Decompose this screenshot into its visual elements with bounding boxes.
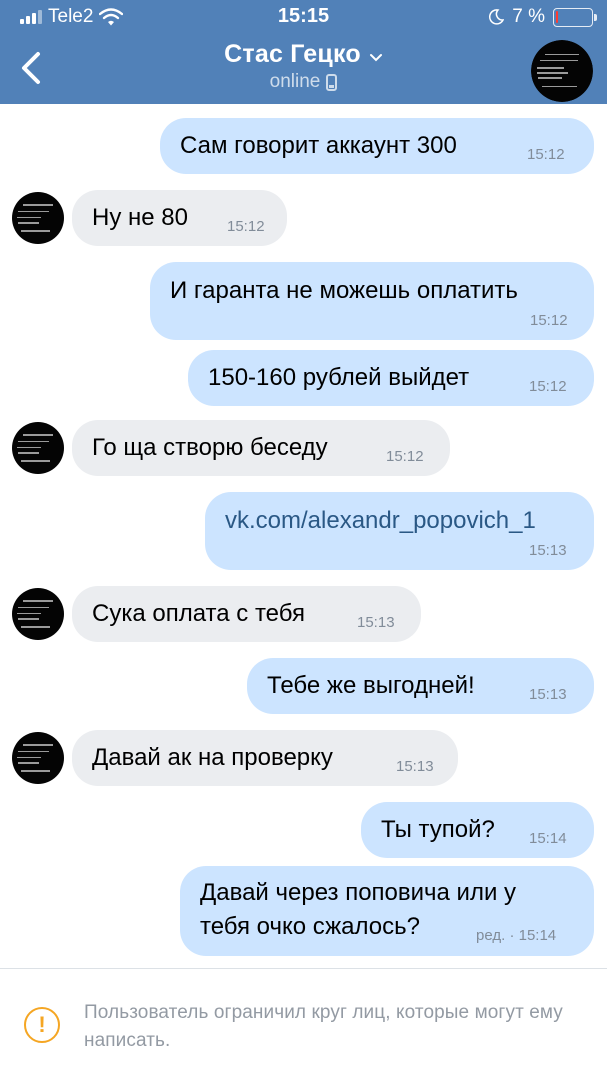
battery-level (556, 10, 558, 23)
avatar-image (12, 192, 64, 244)
status-right: 7 % (488, 6, 597, 28)
avatar[interactable] (12, 732, 64, 784)
avatar-image (12, 588, 64, 640)
message-incoming[interactable]: Сука оплата с тебя 15:13 (72, 586, 421, 642)
message-time: 15:13 (529, 686, 567, 703)
message-text: Ну не 80 (92, 204, 188, 231)
contact-name[interactable]: Стас Гецко (224, 40, 361, 68)
message-text: И гаранта не можешь оплатить (170, 277, 518, 304)
message-text: Тебе же выгодней! (267, 672, 475, 699)
message-text: 150-160 рублей выйдет (208, 364, 470, 391)
avatar-image (12, 422, 64, 474)
message-time: 15:13 (396, 758, 434, 775)
message-text: тебя очко сжалось? (200, 913, 420, 940)
message-time: 15:13 (357, 614, 395, 631)
message-text: Давай через поповича или у (200, 879, 517, 906)
chat-screen: Tele2 15:15 7 % Стас Гецко online Сам го… (0, 0, 607, 1080)
presence-text: online (269, 71, 321, 92)
chat-title[interactable]: Стас Гецко online (0, 40, 607, 93)
message-outgoing[interactable]: Тебе же выгодней! 15:13 (247, 658, 594, 714)
message-text: Сам говорит аккаунт 300 (180, 132, 457, 159)
message-time: 15:12 (227, 218, 265, 235)
battery-percent: 7 % (512, 6, 545, 27)
message-outgoing[interactable]: Ты тупой? 15:14 (361, 802, 594, 858)
chat-header: Tele2 15:15 7 % Стас Гецко online (0, 0, 607, 104)
battery-icon (553, 7, 597, 27)
message-time: 15:12 (530, 312, 568, 329)
message-outgoing[interactable]: И гаранта не можешь оплатить 15:12 (150, 262, 594, 340)
message-incoming[interactable]: Давай ак на проверку 15:13 (72, 730, 458, 786)
message-outgoing[interactable]: vk.com/alexandr_popovich_1 15:13 (205, 492, 594, 570)
message-time: 15:12 (529, 378, 567, 395)
moon-icon (489, 9, 505, 25)
avatar[interactable] (12, 422, 64, 474)
message-time: 15:13 (529, 542, 567, 559)
message-text: Ты тупой? (381, 816, 495, 843)
phone-icon (326, 73, 338, 91)
message-outgoing[interactable]: 150-160 рублей выйдет 15:12 (188, 350, 594, 406)
warning-icon: ! (24, 1007, 60, 1043)
message-incoming[interactable]: Ну не 80 15:12 (72, 190, 287, 246)
presence-status: online (0, 71, 607, 93)
message-time: 15:12 (386, 448, 424, 465)
status-bar: Tele2 15:15 7 % (0, 0, 607, 34)
message-text: Го ща створю беседу (92, 434, 328, 461)
message-text: Давай ак на проверку (92, 744, 333, 771)
chevron-down-icon[interactable] (369, 53, 383, 63)
avatar[interactable] (12, 588, 64, 640)
message-text: Сука оплата с тебя (92, 600, 305, 627)
message-time: ред. · 15:14 (476, 927, 557, 944)
message-link[interactable]: vk.com/alexandr_popovich_1 (225, 506, 536, 536)
avatar-image (531, 40, 593, 102)
restriction-notice: ! Пользователь ограничил круг лиц, котор… (0, 969, 607, 1080)
avatar-image (12, 732, 64, 784)
avatar[interactable] (12, 192, 64, 244)
restriction-notice-text: Пользователь ограничил круг лиц, которые… (84, 1002, 563, 1051)
message-time: 15:12 (527, 146, 565, 163)
avatar[interactable] (531, 40, 593, 102)
message-incoming[interactable]: Го ща створю беседу 15:12 (72, 420, 450, 476)
message-outgoing[interactable]: Давай через поповича или у тебя очко сжа… (180, 866, 594, 956)
message-outgoing[interactable]: Сам говорит аккаунт 300 15:12 (160, 118, 594, 174)
message-time: 15:14 (529, 830, 567, 847)
